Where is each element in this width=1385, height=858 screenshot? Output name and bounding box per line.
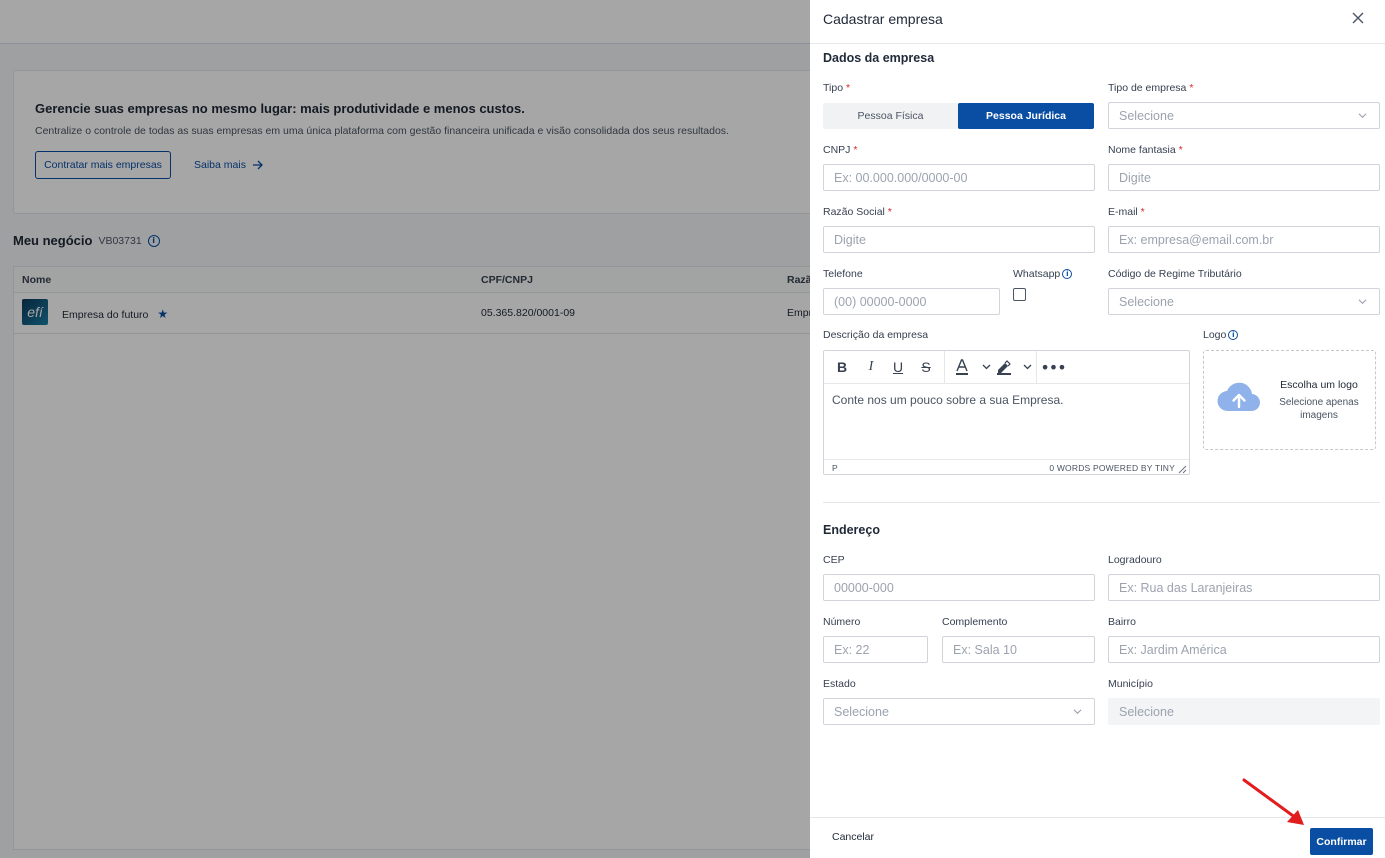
strikethrough-icon[interactable]: S <box>917 358 935 376</box>
close-icon[interactable] <box>1350 10 1366 26</box>
descricao-editor[interactable]: B I U S ••• Conte nos um pouco sobre a s… <box>823 350 1190 475</box>
tipo-empresa-value: Selecione <box>1119 108 1174 123</box>
cadastrar-empresa-drawer: Cadastrar empresa Dados da empresa Tipo … <box>810 0 1385 858</box>
tipo-label-text: Tipo <box>823 82 844 94</box>
estado-label: Estado <box>823 678 856 690</box>
whatsapp-label-text: Whatsapp <box>1013 268 1061 280</box>
tipo-label: Tipo * <box>823 82 851 94</box>
annotation-arrow-icon <box>1242 778 1304 825</box>
tipo-toggle: Pessoa Física Pessoa Jurídica <box>823 103 1094 129</box>
municipio-select: Selecione <box>1108 698 1380 725</box>
underline-icon[interactable]: U <box>889 358 907 376</box>
logo-upload-dropzone[interactable]: Escolha um logo Selecione apenas imagens <box>1203 350 1376 450</box>
razao-social-label-text: Razão Social <box>823 206 885 218</box>
logo-label-text: Logo <box>1203 329 1227 341</box>
logradouro-input[interactable]: Ex: Rua das Laranjeiras <box>1108 574 1380 601</box>
chevron-down-icon <box>1358 113 1367 119</box>
company-section-title: Dados da empresa <box>823 51 935 65</box>
cep-input[interactable]: 00000-000 <box>823 574 1095 601</box>
nome-fantasia-label: Nome fantasia * <box>1108 144 1183 156</box>
highlight-icon[interactable] <box>994 358 1034 376</box>
regime-value: Selecione <box>1119 294 1174 309</box>
chevron-down-icon <box>1073 709 1082 715</box>
tipo-empresa-select[interactable]: Selecione <box>1108 102 1380 129</box>
logradouro-label: Logradouro <box>1108 554 1162 566</box>
chevron-down-icon <box>1358 299 1367 305</box>
cnpj-input[interactable]: Ex: 00.000.000/0000-00 <box>823 164 1095 191</box>
tipo-pessoa-juridica[interactable]: Pessoa Jurídica <box>958 103 1094 129</box>
editor-statusbar: P 0 WORDS POWERED BY TINY <box>824 459 1189 475</box>
whatsapp-checkbox[interactable] <box>1013 288 1026 301</box>
complemento-input[interactable]: Ex: Sala 10 <box>942 636 1095 663</box>
municipio-label: Município <box>1108 678 1153 690</box>
email-label: E-mail * <box>1108 206 1145 218</box>
regime-select[interactable]: Selecione <box>1108 288 1380 315</box>
descricao-label: Descrição da empresa <box>823 329 929 341</box>
text-color-icon[interactable] <box>952 358 992 376</box>
info-icon[interactable]: i <box>1228 330 1239 340</box>
regime-label: Código de Regime Tributário <box>1108 268 1242 280</box>
logo-label: Logo i <box>1203 329 1239 341</box>
numero-label: Número <box>823 616 861 628</box>
cep-label: CEP <box>823 554 845 566</box>
more-icon[interactable]: ••• <box>1040 358 1066 377</box>
confirm-button[interactable]: Confirmar <box>1310 828 1373 855</box>
email-label-text: E-mail <box>1108 206 1138 218</box>
bairro-label: Bairro <box>1108 616 1137 628</box>
logo-upload-subtitle: Selecione apenas imagens <box>1279 397 1359 421</box>
descricao-editor-text[interactable]: Conte nos um pouco sobre a sua Empresa. <box>832 393 1063 407</box>
tipo-pessoa-fisica[interactable]: Pessoa Física <box>823 103 958 129</box>
italic-icon[interactable]: I <box>862 358 880 376</box>
email-input[interactable]: Ex: empresa@email.com.br <box>1108 226 1380 253</box>
modal-overlay[interactable] <box>0 0 810 858</box>
drawer-header: Cadastrar empresa <box>810 0 1385 44</box>
section-divider <box>823 502 1380 503</box>
editor-path: P <box>832 463 838 473</box>
whatsapp-label: Whatsapp i <box>1013 268 1073 280</box>
estado-value: Selecione <box>834 704 889 719</box>
complemento-label: Complemento <box>942 616 1008 628</box>
telefone-label: Telefone <box>823 268 863 280</box>
nome-fantasia-input[interactable]: Digite <box>1108 164 1380 191</box>
editor-word-count: 0 WORDS POWERED BY TINY <box>1049 463 1175 473</box>
bold-icon[interactable]: B <box>833 358 851 376</box>
numero-input[interactable]: Ex: 22 <box>823 636 928 663</box>
info-icon[interactable]: i <box>1062 269 1073 279</box>
cnpj-label-text: CNPJ <box>823 144 851 156</box>
tipo-empresa-label-text: Tipo de empresa <box>1108 82 1187 94</box>
address-section-title: Endereço <box>823 523 880 537</box>
tipo-empresa-label: Tipo de empresa * <box>1108 82 1194 94</box>
telefone-input[interactable]: (00) 00000-0000 <box>823 288 1000 315</box>
toolbar-separator <box>1036 351 1037 384</box>
toolbar-separator <box>944 351 945 384</box>
cnpj-label: CNPJ * <box>823 144 858 156</box>
cloud-upload-icon <box>1217 382 1261 412</box>
editor-toolbar: B I U S ••• <box>824 351 1189 384</box>
resize-handle-icon[interactable] <box>1178 465 1187 474</box>
logo-upload-title: Escolha um logo <box>1280 379 1358 391</box>
estado-select[interactable]: Selecione <box>823 698 1095 725</box>
cancel-button[interactable]: Cancelar <box>832 831 874 843</box>
razao-social-label: Razão Social * <box>823 206 892 218</box>
drawer-title: Cadastrar empresa <box>823 11 943 27</box>
bairro-input[interactable]: Ex: Jardim América <box>1108 636 1380 663</box>
nome-fantasia-label-text: Nome fantasia <box>1108 144 1176 156</box>
razao-social-input[interactable]: Digite <box>823 226 1095 253</box>
